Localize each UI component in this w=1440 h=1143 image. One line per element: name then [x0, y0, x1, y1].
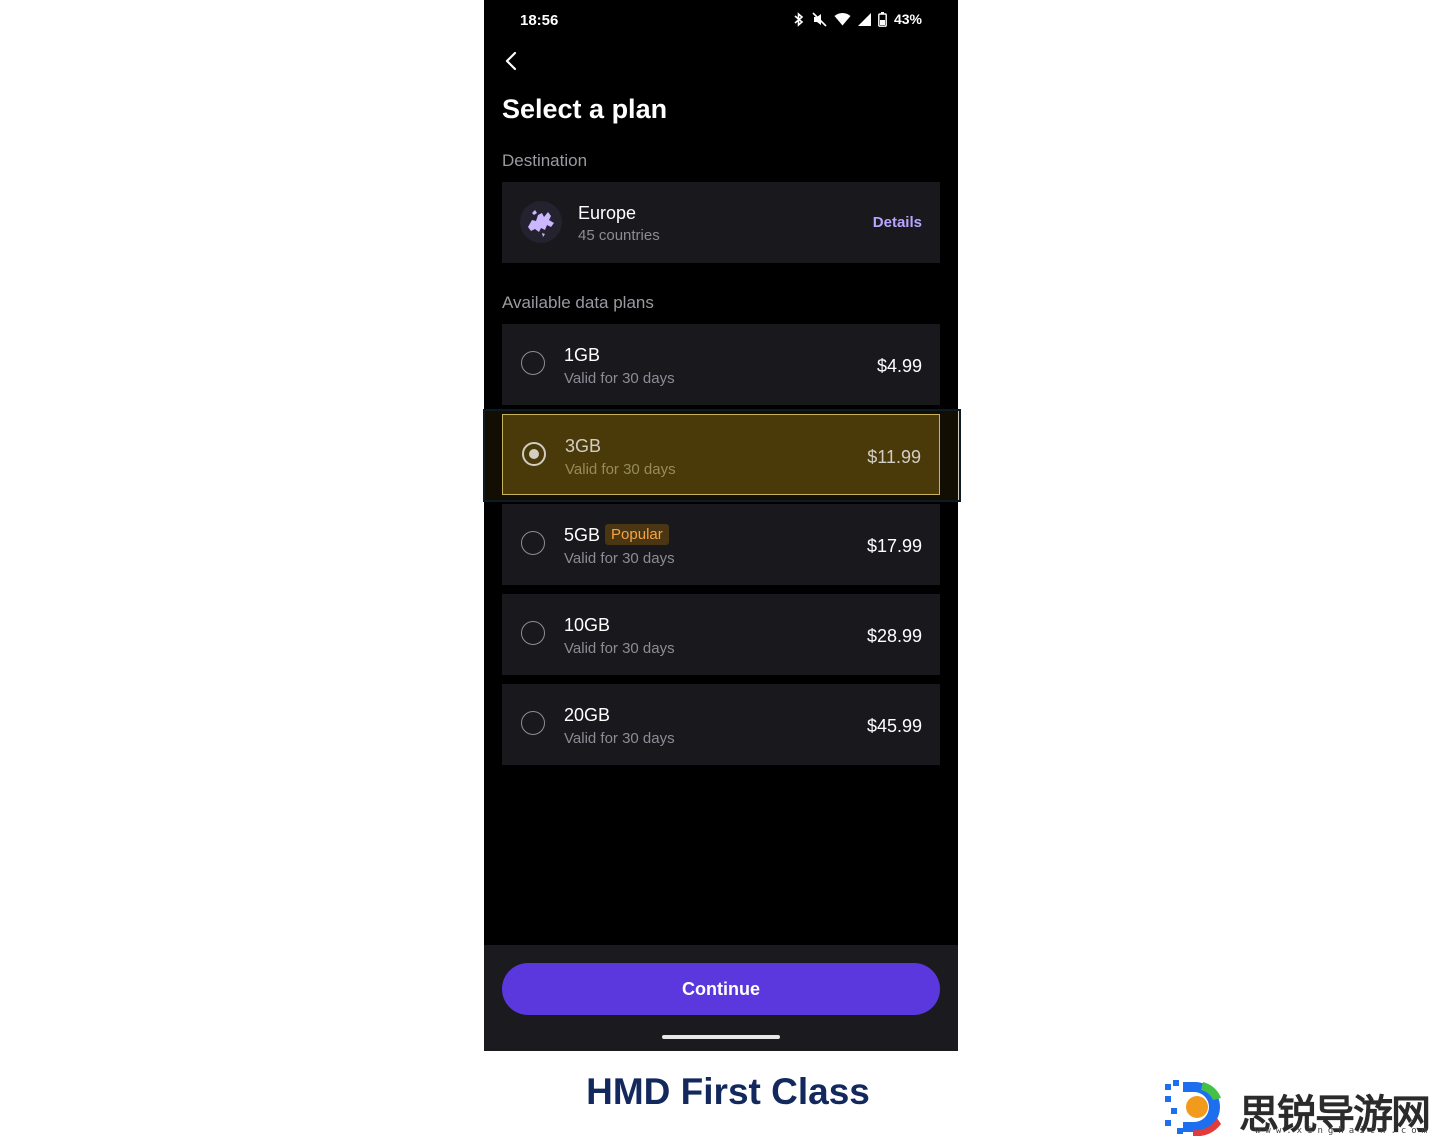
mute-icon	[812, 11, 827, 27]
radio-icon[interactable]	[521, 621, 545, 645]
plan-name-text: 20GB	[564, 705, 611, 725]
plan-name: 5GB Popular	[564, 524, 669, 546]
plan-option-5gb[interactable]: 5GB Popular Valid for 30 days $17.99	[502, 504, 940, 585]
page-title: Select a plan	[502, 94, 668, 124]
plan-price: $11.99	[867, 447, 921, 467]
back-arrow-icon	[504, 51, 518, 76]
plan-validity: Valid for 30 days	[564, 640, 675, 657]
plan-name-text: 5GB	[564, 525, 601, 545]
plans-section-label: Available data plans	[502, 293, 654, 312]
plan-name-text: 10GB	[564, 615, 611, 635]
status-bar: 18:56 43%	[484, 0, 958, 40]
status-time: 18:56	[520, 12, 559, 29]
plan-price: $45.99	[866, 716, 922, 736]
battery-percent: 43%	[893, 11, 922, 27]
plan-name-text: 1GB	[564, 345, 601, 365]
europe-map-icon	[520, 201, 562, 243]
plan-name: 20GB	[564, 705, 610, 726]
status-icons: 43%	[793, 11, 922, 27]
plan-name: 1GB	[564, 345, 600, 366]
radio-icon[interactable]	[521, 351, 545, 375]
plan-option-3gb[interactable]: 3GB Valid for 30 days $11.99	[502, 414, 940, 495]
bottom-bar: Continue	[484, 945, 958, 1051]
radio-icon[interactable]	[522, 442, 546, 466]
home-indicator[interactable]	[662, 1035, 780, 1039]
watermark-logo-icon	[1163, 1078, 1221, 1137]
plan-price: $17.99	[866, 536, 922, 556]
plan-validity: Valid for 30 days	[564, 370, 675, 387]
plan-option-20gb[interactable]: 20GB Valid for 30 days $45.99	[502, 684, 940, 765]
plan-validity: Valid for 30 days	[564, 730, 675, 747]
wifi-icon	[834, 12, 851, 26]
destination-country-count: 45 countries	[578, 227, 660, 244]
radio-icon[interactable]	[521, 531, 545, 555]
plan-price: $4.99	[876, 356, 922, 376]
watermark-url: www.xinghaicn.com	[1255, 1126, 1433, 1136]
plan-validity: Valid for 30 days	[564, 550, 675, 567]
continue-button[interactable]: Continue	[502, 963, 940, 1015]
plan-price: $28.99	[866, 626, 922, 646]
back-button[interactable]	[496, 48, 526, 78]
battery-icon	[878, 11, 887, 27]
watermark: 思锐导游网 www.xinghaicn.com	[1163, 1076, 1435, 1138]
popular-badge: Popular	[605, 524, 669, 545]
plan-name-text: 3GB	[565, 436, 602, 456]
radio-icon[interactable]	[521, 711, 545, 735]
plan-option-1gb[interactable]: 1GB Valid for 30 days $4.99	[502, 324, 940, 405]
plan-name: 3GB	[565, 436, 601, 457]
plan-option-10gb[interactable]: 10GB Valid for 30 days $28.99	[502, 594, 940, 675]
destination-name: Europe	[578, 203, 637, 223]
signal-icon	[857, 12, 871, 26]
plan-validity: Valid for 30 days	[565, 461, 676, 478]
plan-name: 10GB	[564, 615, 610, 636]
destination-card[interactable]: Europe 45 countries Details	[502, 182, 940, 263]
phone-screen: 18:56 43% Select a plan Destination Euro…	[484, 0, 958, 1051]
destination-section-label: Destination	[502, 151, 588, 170]
details-link[interactable]: Details	[873, 214, 922, 231]
bluetooth-icon	[793, 11, 805, 27]
